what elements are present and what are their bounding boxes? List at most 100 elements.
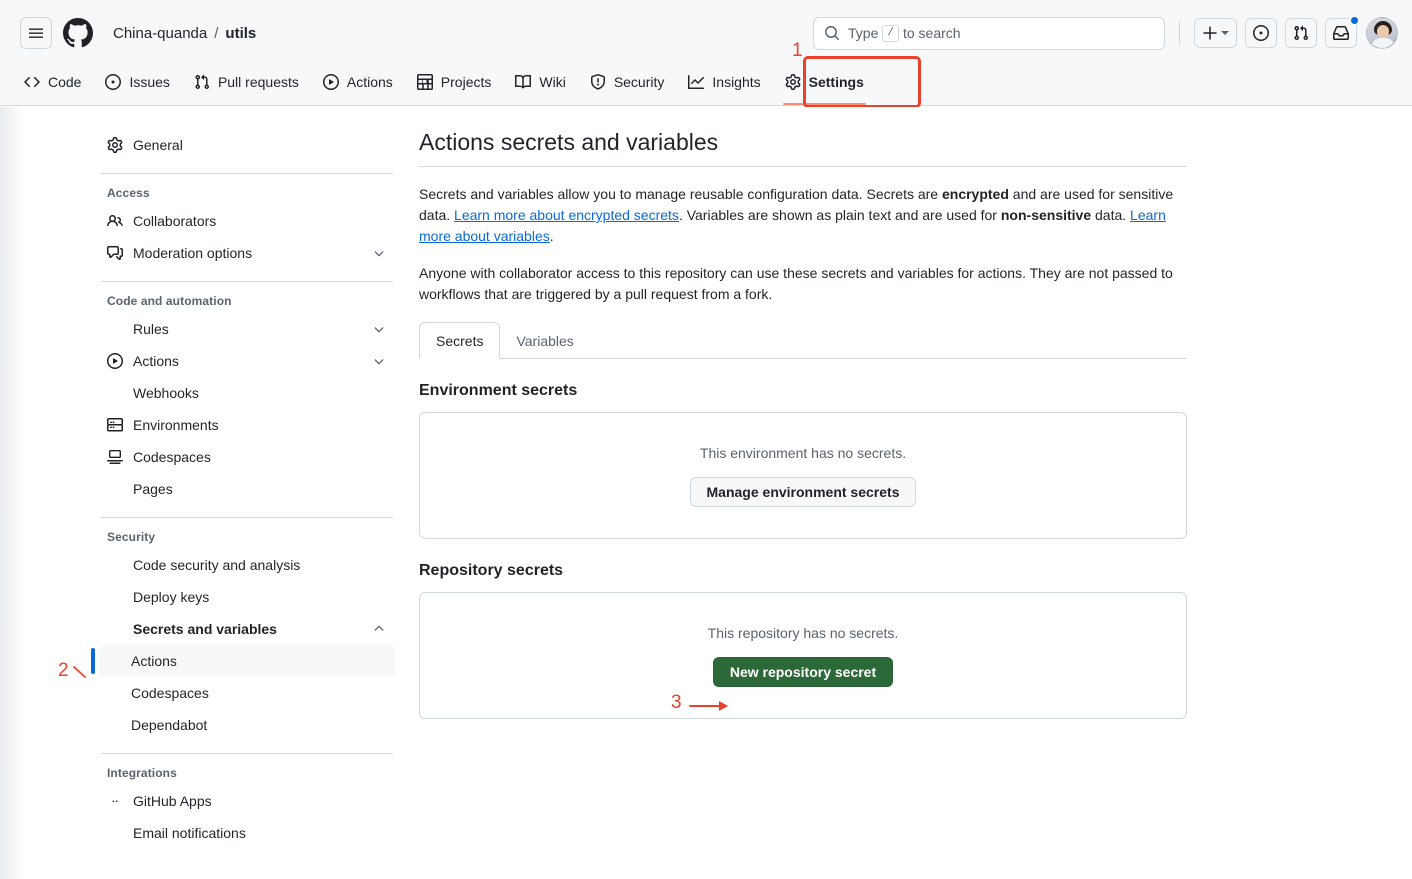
codespaces-icon	[107, 449, 123, 465]
gear-icon	[107, 137, 123, 153]
github-logo-icon[interactable]	[62, 17, 94, 49]
global-header: China-quanda / utils Type / to search	[0, 0, 1412, 66]
git-pull-request-icon	[1294, 25, 1309, 41]
tab-secrets-label: Secrets	[436, 332, 484, 349]
sidebar-item-secrets-and-variables[interactable]: Secrets and variables	[99, 613, 395, 645]
tab-insights[interactable]: Insights	[678, 59, 770, 105]
intro-text-e: data.	[1091, 207, 1131, 223]
sidebar-item-rules-label: Rules	[133, 321, 169, 337]
pull-requests-button[interactable]	[1285, 18, 1317, 48]
header-right-cluster: Type / to search	[813, 0, 1398, 66]
intro-text-d: . Variables are shown as plain text and …	[678, 207, 1001, 223]
repository-nav: Code Issues Pull requests Actions Projec…	[0, 58, 1412, 106]
new-repository-secret-button[interactable]: New repository secret	[712, 656, 894, 687]
sidebar-subitem-codespaces-label: Codespaces	[131, 685, 209, 701]
intro-non-sensitive-strong: non-sensitive	[1000, 207, 1092, 223]
sidebar-item-collaborators[interactable]: Collaborators	[99, 205, 395, 237]
webhook-icon	[107, 385, 123, 401]
sidebar-group-integrations: Integrations GitHub Apps Email notificat…	[99, 766, 395, 849]
tab-wiki[interactable]: Wiki	[505, 59, 575, 105]
sidebar-item-webhooks[interactable]: Webhooks	[99, 377, 395, 409]
comment-discussion-icon	[107, 245, 123, 261]
sidebar-item-codespaces[interactable]: Codespaces	[99, 441, 395, 473]
create-new-button[interactable]	[1194, 18, 1237, 48]
sidebar-item-general-label: General	[133, 137, 183, 153]
sidebar-heading-code-automation: Code and automation	[107, 294, 232, 308]
asterisk-key-icon	[107, 621, 123, 637]
sidebar-item-deploy-keys[interactable]: Deploy keys	[99, 581, 395, 613]
chevron-down-icon[interactable]	[371, 321, 387, 337]
tab-settings[interactable]: Settings	[775, 59, 874, 105]
rules-icon	[107, 321, 123, 337]
gear-icon	[785, 74, 801, 90]
chevron-down-icon	[1221, 31, 1229, 35]
annotation-label-3: 3	[671, 692, 682, 713]
tab-actions-label: Actions	[346, 74, 393, 90]
notification-badge	[1350, 16, 1359, 25]
link-learn-more-encrypted-secrets[interactable]: Learn more about encrypted secrets	[454, 207, 679, 223]
tab-insights-label: Insights	[712, 74, 761, 90]
search-slash-key: /	[882, 24, 899, 42]
sidebar-item-moderation-options[interactable]: Moderation options	[99, 237, 395, 269]
notifications-button[interactable]	[1325, 16, 1359, 48]
search-placeholder-suffix: to search	[902, 25, 961, 41]
sidebar-item-actions[interactable]: Actions	[99, 345, 395, 377]
sidebar-group-security: Security Code security and analysis Depl…	[91, 530, 395, 741]
search-placeholder-prefix: Type	[848, 25, 879, 41]
avatar[interactable]	[1366, 17, 1398, 49]
codescan-icon	[107, 557, 123, 573]
tab-issues[interactable]: Issues	[95, 59, 179, 105]
sidebar-item-actions-label: Actions	[133, 353, 179, 369]
sidebar-item-webhooks-label: Webhooks	[133, 385, 199, 401]
annotation-label-2: 2	[58, 660, 69, 681]
key-icon	[107, 589, 123, 605]
sidebar-item-codespaces-label: Codespaces	[133, 449, 211, 465]
chevron-down-icon[interactable]	[371, 245, 387, 261]
tab-variables[interactable]: Variables	[500, 322, 589, 359]
breadcrumb-repo[interactable]: utils	[225, 25, 256, 42]
sidebar-divider	[101, 281, 393, 282]
tab-security-label: Security	[613, 74, 665, 90]
tab-actions[interactable]: Actions	[313, 59, 403, 105]
sidebar-item-general[interactable]: General	[99, 129, 395, 161]
manage-environment-secrets-button[interactable]: Manage environment secrets	[689, 476, 917, 507]
sidebar-item-pages[interactable]: Pages	[99, 473, 395, 505]
mail-icon	[107, 825, 123, 841]
page-body: General Access Collaborators Moderation …	[0, 107, 1412, 879]
sidebar-item-code-security-and-analysis-label: Code security and analysis	[133, 557, 301, 573]
repository-secrets-empty-message: This repository has no secrets.	[707, 624, 899, 641]
tab-projects[interactable]: Projects	[407, 59, 502, 105]
sidebar-item-codespaces-secrets[interactable]: Codespaces	[99, 677, 395, 709]
issues-button[interactable]	[1245, 18, 1277, 48]
tab-pull-requests[interactable]: Pull requests	[184, 59, 309, 105]
repository-secrets-empty-panel: This repository has no secrets. New repo…	[419, 592, 1187, 719]
main-content: Actions secrets and variables Secrets an…	[419, 129, 1187, 719]
search-input[interactable]: Type / to search	[813, 16, 1165, 50]
left-edge-shadow	[0, 107, 26, 879]
intro-text-a: Secrets and variables allow you to manag…	[419, 186, 942, 202]
sidebar-item-environments-label: Environments	[133, 417, 219, 433]
breadcrumb-owner[interactable]: China-quanda	[113, 25, 207, 42]
sidebar-item-code-security-and-analysis[interactable]: Code security and analysis	[99, 549, 395, 581]
annotation-label-1: 1	[792, 40, 803, 61]
sidebar-item-actions-secrets[interactable]: Actions	[91, 645, 395, 677]
title-divider	[419, 166, 1187, 167]
sidebar-item-environments[interactable]: Environments	[99, 409, 395, 441]
sidebar-item-email-notifications[interactable]: Email notifications	[99, 817, 395, 849]
environment-secrets-heading: Environment secrets	[419, 382, 578, 399]
chevron-up-icon[interactable]	[371, 621, 387, 637]
sidebar-item-deploy-keys-label: Deploy keys	[133, 589, 210, 605]
sidebar-item-github-apps[interactable]: GitHub Apps	[99, 785, 395, 817]
chevron-down-icon[interactable]	[371, 353, 387, 369]
play-icon	[322, 74, 339, 90]
sidebar-item-dependabot-secrets[interactable]: Dependabot	[99, 709, 395, 741]
sidebar-item-rules[interactable]: Rules	[99, 313, 395, 345]
sidebar-divider	[101, 753, 393, 754]
hamburger-icon[interactable]	[20, 17, 52, 49]
sidebar-subitem-dependabot-label: Dependabot	[131, 717, 208, 733]
browser-icon	[107, 481, 123, 497]
tab-code[interactable]: Code	[14, 59, 91, 105]
tab-secrets[interactable]: Secrets	[419, 322, 501, 359]
tab-security[interactable]: Security	[580, 59, 675, 105]
sidebar-item-secrets-and-variables-label: Secrets and variables	[133, 621, 277, 637]
